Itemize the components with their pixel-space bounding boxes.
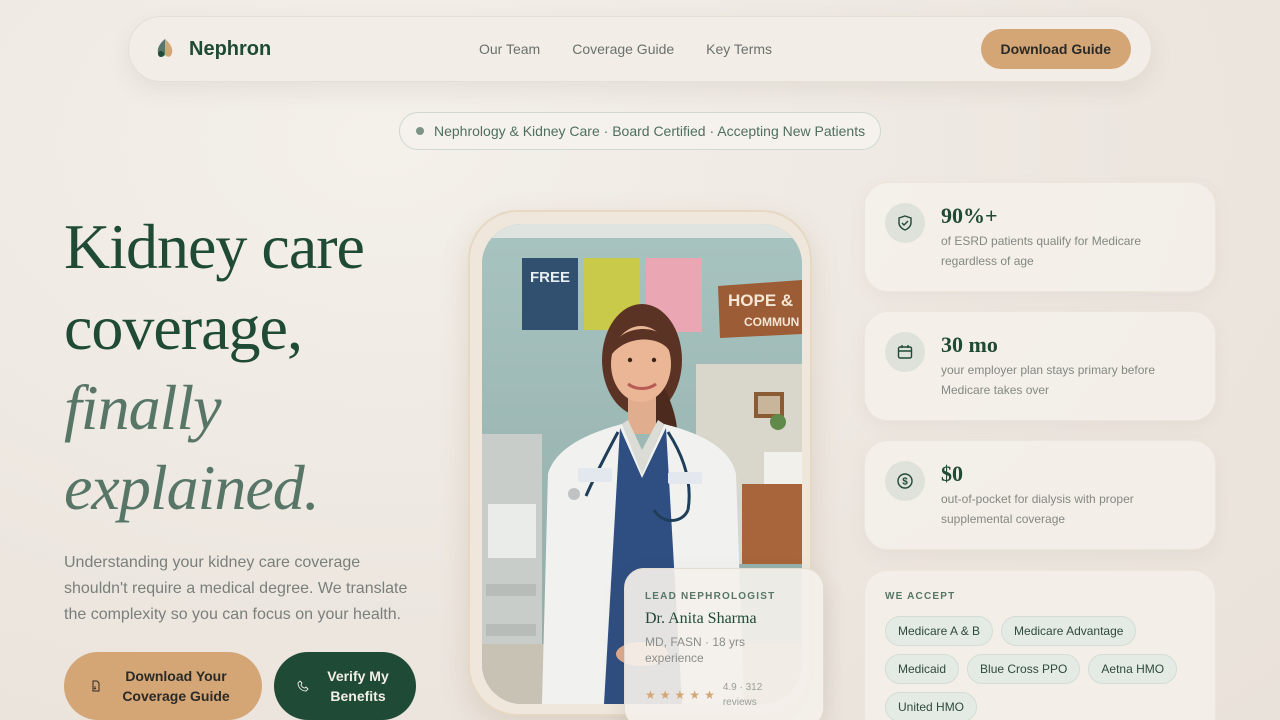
plan-chip[interactable]: Medicaid xyxy=(885,654,960,684)
verify-benefits-button[interactable]: Verify My Benefits xyxy=(274,652,416,720)
star-icon: ★ xyxy=(645,688,656,702)
plan-chip[interactable]: United HMO xyxy=(885,692,978,720)
download-guide-button[interactable]: Download Guide xyxy=(980,29,1131,69)
brand-name: Nephron xyxy=(189,37,272,60)
hero-description: Understanding your kidney care coverage … xyxy=(64,554,408,623)
nav-link-key-terms[interactable]: Key Terms xyxy=(706,41,772,57)
verify-benefits-label: Verify My Benefits xyxy=(327,668,389,704)
plan-chip[interactable]: Aetna HMO xyxy=(1088,654,1178,684)
stat-description: out-of-pocket for dialysis with proper s… xyxy=(941,492,1134,526)
stat-value: 30 mo xyxy=(941,332,998,357)
nav-link-coverage-guide[interactable]: Coverage Guide xyxy=(572,41,674,57)
rating-stars: ★ ★ ★ ★ ★ xyxy=(645,688,715,702)
document-icon xyxy=(92,680,100,692)
doctor-credentials: MD, FASN · 18 yrs experience xyxy=(645,635,746,665)
star-icon: ★ xyxy=(689,688,701,702)
star-icon: ★ xyxy=(659,688,671,702)
dollar-circle-icon: $ xyxy=(885,461,925,501)
nav-links: Our Team Coverage Guide Key Terms xyxy=(479,41,772,57)
doctor-role: LEAD NEPHROLOGIST xyxy=(645,591,776,602)
plan-chip[interactable]: Blue Cross PPO xyxy=(967,654,1081,684)
star-icon: ★ xyxy=(674,688,686,702)
brand[interactable]: Nephron xyxy=(153,37,271,61)
download-coverage-guide-label: Download Your Coverage Guide xyxy=(122,668,230,704)
doctor-rating: ★ ★ ★ ★ ★ 4.9 · 312 reviews xyxy=(645,680,803,710)
accepted-plans-card: WE ACCEPT Medicare A & B Medicare Advant… xyxy=(864,570,1216,720)
doctor-name: Dr. Anita Sharma xyxy=(645,610,757,627)
stat-value: 90%+ xyxy=(941,203,998,228)
svg-text:$: $ xyxy=(902,477,908,488)
download-coverage-guide-button[interactable]: Download Your Coverage Guide xyxy=(64,652,262,720)
stat-value: $0 xyxy=(941,461,963,486)
star-icon: ★ xyxy=(704,688,715,702)
svg-text:COMMUN: COMMUN xyxy=(744,315,799,329)
stat-card-medicare-eligibility: 90%+ of ESRD patients qualify for Medica… xyxy=(864,182,1216,292)
shield-check-icon xyxy=(885,203,925,243)
svg-text:HOPE &: HOPE & xyxy=(728,291,793,310)
plan-chip[interactable]: Medicare Advantage xyxy=(1001,616,1137,646)
leaf-logo-icon xyxy=(157,39,173,57)
calendar-icon xyxy=(885,332,925,372)
status-badge: Nephrology & Kidney Care · Board Certifi… xyxy=(399,112,881,150)
hero-title-line-2: coverage, xyxy=(64,292,303,363)
hero-title-line-3: finally xyxy=(64,372,222,443)
rating-text: 4.9 · 312 reviews xyxy=(722,682,763,708)
stat-description: of ESRD patients qualify for Medicare re… xyxy=(941,234,1142,268)
doctor-card: LEAD NEPHROLOGIST Dr. Anita Sharma MD, F… xyxy=(624,568,824,720)
top-navbar: Nephron Our Team Coverage Guide Key Term… xyxy=(128,16,1152,82)
status-dot-icon xyxy=(416,127,424,135)
accepted-plans-title: WE ACCEPT xyxy=(885,591,956,602)
status-badge-text: Nephrology & Kidney Care · Board Certifi… xyxy=(434,123,866,139)
stat-card-dialysis-cost: $ $0 out-of-pocket for dialysis with pro… xyxy=(864,440,1216,550)
stat-card-employer-plan: 30 mo your employer plan stays primary b… xyxy=(864,311,1216,421)
stat-description: your employer plan stays primary before … xyxy=(941,363,1156,397)
hero-title-line-1: Kidney care xyxy=(64,211,365,282)
nav-link-our-team[interactable]: Our Team xyxy=(479,41,540,57)
accepted-plans-list: Medicare A & B Medicare Advantage Medica… xyxy=(885,616,1205,720)
hero-title-line-4: explained. xyxy=(64,452,320,523)
phone-icon xyxy=(297,680,309,692)
poster-free-text: FREE xyxy=(530,269,570,286)
plan-chip[interactable]: Medicare A & B xyxy=(885,616,994,646)
